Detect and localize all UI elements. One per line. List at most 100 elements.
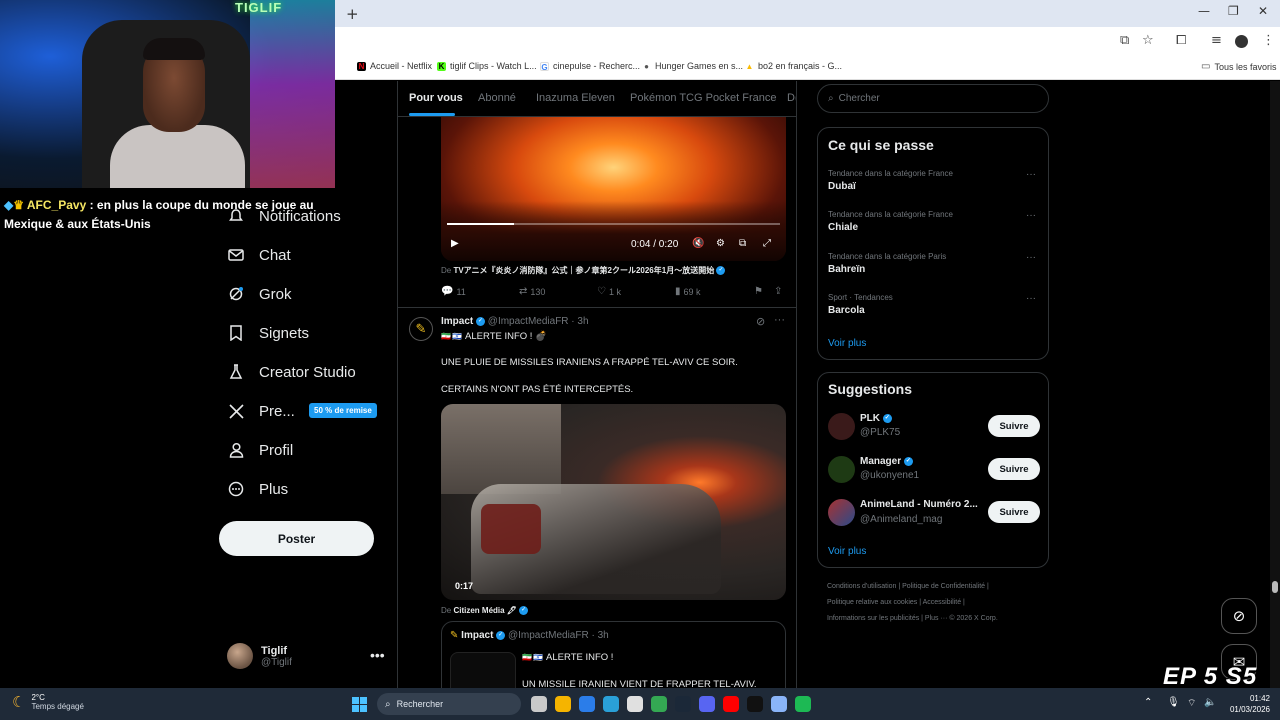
settings-icon[interactable]: ⚙ [716,238,725,249]
video-source[interactable]: De Citizen Média 🖋 ✓ [441,606,529,616]
views-button[interactable]: ▮ 69 k [675,286,701,297]
wifi-icon[interactable]: ⌔ [1187,697,1196,710]
volume-icon[interactable]: 🔈 [1204,697,1216,708]
mute-icon[interactable]: 🔇 [692,238,704,249]
suggestion-name[interactable]: AnimeLand - Numéro 2... [860,499,978,510]
suggestion-name[interactable]: Manager ✓ [860,456,913,467]
grok-icon[interactable]: ⊘ [756,315,765,328]
nav-creator-studio[interactable]: Creator Studio [227,363,356,381]
footer-links[interactable]: Politique relative aux cookies | Accessi… [827,599,965,606]
follow-button[interactable]: Suivre [988,415,1040,437]
bookmark-drive[interactable]: ▲ bo2 en français - G... [745,61,842,71]
video-player-1[interactable]: ▶ 0:04 / 0:20 🔇 ⚙ ⧉ ⤢ [441,117,786,261]
suggestion-name[interactable]: PLK ✓ [860,413,892,424]
bookmark-button[interactable]: ⚑ [754,286,763,297]
taskbar-app-icon[interactable] [747,696,763,712]
avatar[interactable] [828,499,855,526]
promo-badge[interactable]: 50 % de remise [309,403,377,418]
footer-links[interactable]: Conditions d'utilisation | Politique de … [827,583,989,590]
taskbar-app-icon[interactable] [795,696,811,712]
fullscreen-icon[interactable]: ⤢ [763,238,771,249]
taskbar-search[interactable]: ⌕ Rechercher [377,693,521,715]
bookmark-google-cinepulse[interactable]: G cinepulse - Recherc... [540,61,640,72]
taskbar-app-icon[interactable] [699,696,715,712]
bookmark-netflix[interactable]: N Accueil - Netflix [357,61,432,71]
play-icon[interactable]: ▶ [451,238,459,249]
reply-button[interactable]: 💬 11 [441,286,466,297]
footer-links[interactable]: Informations sur les publicités | Plus ·… [827,615,998,622]
bookmark-hunger-games[interactable]: ● Hunger Games en s... [642,61,743,71]
nav-profil[interactable]: Profil [227,441,293,459]
bookmark-kick[interactable]: K tiglif Clips - Watch L... [437,61,537,71]
nav-premium[interactable]: Pre... [227,402,295,420]
extensions-icon[interactable]: ⧠ [1176,33,1186,48]
new-tab-button[interactable]: + [346,5,359,23]
tab-abonne[interactable]: Abonné [478,92,516,104]
profile-avatar-icon[interactable] [1235,35,1248,48]
nav-chat[interactable]: Chat [227,246,291,264]
trend-more-icon[interactable]: ··· [1026,252,1036,263]
video-progress-bar[interactable] [447,223,780,225]
chevron-up-icon[interactable]: ⌃ [1144,697,1152,708]
taskbar-app-icon[interactable] [675,696,691,712]
grok-fab-icon[interactable]: ⊘ [1221,598,1257,634]
kebab-menu-icon[interactable]: ⋮ [1262,33,1275,48]
nav-grok[interactable]: Grok [227,285,292,303]
tab-pour-vous[interactable]: Pour vous [409,92,463,104]
taskbar-app-icon[interactable] [627,696,643,712]
avatar[interactable] [828,456,855,483]
taskbar-app-icon[interactable] [555,696,571,712]
reading-list-icon[interactable]: ≡ [1211,33,1222,48]
star-icon[interactable]: ☆ [1142,33,1154,48]
page-scrollbar[interactable] [1270,81,1280,688]
trend-item[interactable]: Bahreïn [828,264,865,275]
nav-signets[interactable]: Signets [227,324,309,342]
minimize-button[interactable]: — [1198,4,1210,18]
post-button[interactable]: Poster [219,521,374,556]
account-more-icon[interactable]: ••• [370,647,385,663]
taskbar-app-icon[interactable] [723,696,739,712]
taskbar-app-icon[interactable] [579,696,595,712]
video-source[interactable]: De TVアニメ『炎炎ノ消防隊』公式｜参ノ章第2クール2026年1月～放送開始 … [441,265,726,276]
pip-icon[interactable]: ⧉ [739,238,746,249]
nav-plus[interactable]: Plus [227,480,288,498]
author-handle[interactable]: @ImpactMediaFR · 3h [488,316,589,327]
follow-button[interactable]: Suivre [988,458,1040,480]
windows-start-icon[interactable] [352,697,367,712]
repost-button[interactable]: ⇄ 130 [519,286,545,297]
system-clock[interactable]: 01:42 01/03/2026 [1224,693,1270,715]
video-player-2[interactable]: 0:17 [441,404,786,600]
share-button[interactable]: ⇪ [774,286,782,297]
install-app-icon[interactable]: ⧉ [1120,33,1129,48]
tab-overflow[interactable]: D( [787,92,796,104]
author-name[interactable]: Impact [441,316,473,327]
search-input[interactable]: ⌕ Chercher [817,84,1049,113]
taskbar-app-icon[interactable] [651,696,667,712]
account-switcher[interactable]: Tiglif @Tiglif [227,643,292,669]
microphone-icon[interactable]: 🎙 [1167,697,1180,708]
close-window-button[interactable]: ✕ [1258,4,1268,18]
like-button[interactable]: ♡ 1 k [597,286,621,297]
trend-item[interactable]: Dubaï [828,181,856,192]
tab-inazuma-eleven[interactable]: Inazuma Eleven [536,92,615,104]
trend-more-icon[interactable]: ··· [1026,293,1036,304]
tweet-more-icon[interactable]: ··· [774,314,785,326]
quoted-tweet[interactable]: ✎ Impact ✓ @ImpactMediaFR · 3h 🇮🇷🇮🇱 ALER… [441,621,786,688]
tab-pokemon-tcg[interactable]: Pokémon TCG Pocket France [630,92,777,104]
taskbar-app-icon[interactable] [531,696,547,712]
see-more-link[interactable]: Voir plus [828,338,866,349]
see-more-link[interactable]: Voir plus [828,546,866,557]
avatar[interactable]: ✎ [409,317,433,341]
taskbar-app-icon[interactable] [771,696,787,712]
all-bookmarks[interactable]: ▭ Tous les favoris [1201,61,1276,72]
trend-more-icon[interactable]: ··· [1026,169,1036,180]
weather-widget[interactable]: ☾ 2°C Temps dégagé [12,693,84,711]
follow-button[interactable]: Suivre [988,501,1040,523]
avatar[interactable] [828,413,855,440]
maximize-button[interactable]: ❐ [1228,4,1239,18]
scrollbar-thumb[interactable] [1272,581,1278,593]
taskbar-app-icon[interactable] [603,696,619,712]
trend-item[interactable]: Barcola [828,305,865,316]
trend-more-icon[interactable]: ··· [1026,210,1036,221]
trend-item[interactable]: Chiale [828,222,858,233]
